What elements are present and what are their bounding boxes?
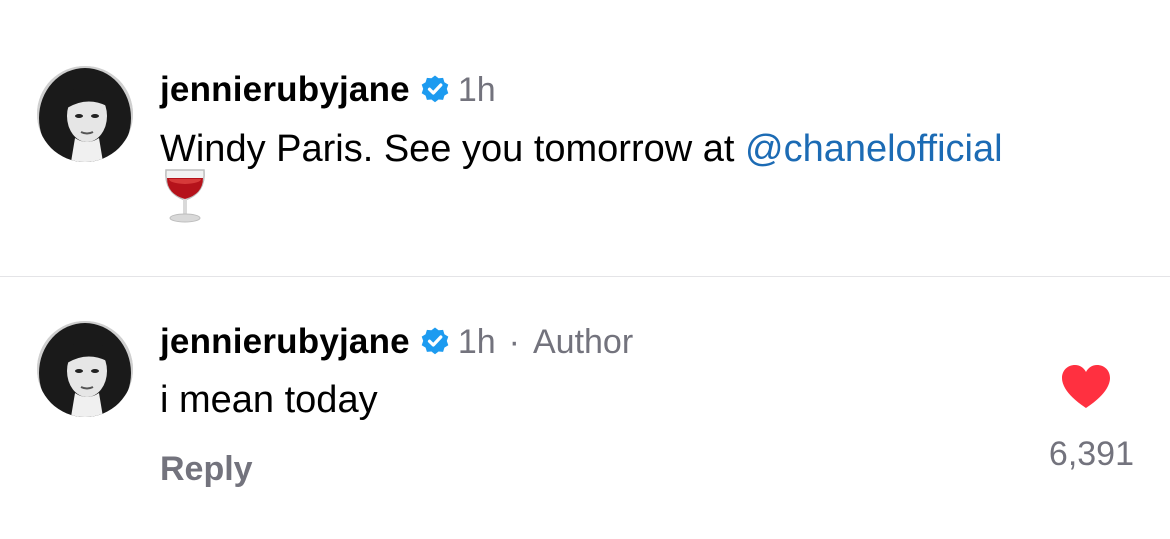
comment-time: 1h: [457, 322, 496, 361]
verified-badge-icon: [419, 326, 451, 358]
avatar[interactable]: [37, 66, 133, 162]
wine-glass-icon: [160, 167, 210, 225]
author-label: Author: [532, 322, 634, 361]
post-time: 1h: [457, 70, 496, 109]
username[interactable]: jennierubyjane: [160, 70, 410, 110]
avatar-image: [37, 321, 133, 417]
heart-icon[interactable]: [1060, 363, 1112, 409]
post-caption: Windy Paris. See you tomorrow at @chanel…: [160, 124, 1003, 174]
avatar-image: [37, 66, 133, 162]
like-count[interactable]: 6,391: [1049, 435, 1134, 474]
separator-dot: ·: [508, 322, 520, 361]
verified-badge-icon: [419, 74, 451, 106]
avatar[interactable]: [37, 321, 133, 417]
post-header: jennierubyjane 1h: [160, 68, 496, 112]
comment: jennierubyjane 1h · Author i mean today …: [0, 277, 1170, 539]
mention-link[interactable]: @chanelofficial: [745, 128, 1003, 170]
post: jennierubyjane 1h Windy Paris. See you t…: [0, 0, 1170, 276]
caption-text: Windy Paris. See you tomorrow at: [160, 128, 745, 170]
comment-text: i mean today: [160, 379, 378, 421]
username[interactable]: jennierubyjane: [160, 322, 410, 362]
reply-button[interactable]: Reply: [160, 450, 253, 489]
comment-header: jennierubyjane 1h · Author: [160, 320, 633, 364]
